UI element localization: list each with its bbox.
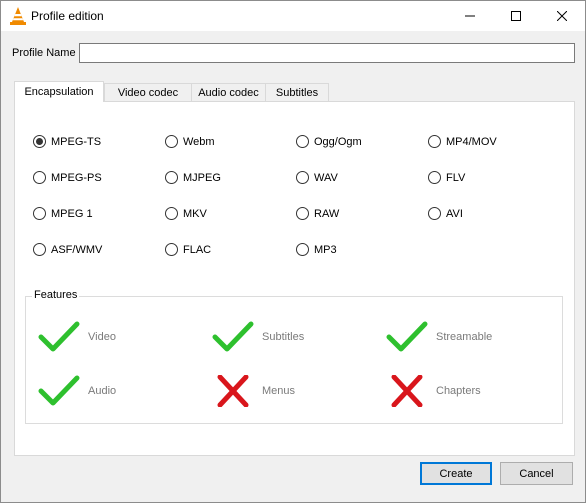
- radio-wav-circle: [296, 171, 309, 184]
- feature-subtitles-label: Subtitles: [262, 331, 305, 343]
- radio-mp4-mov[interactable]: MP4/MOV: [428, 135, 497, 148]
- radio-avi-circle: [428, 207, 441, 220]
- radio-flac[interactable]: FLAC: [165, 243, 211, 256]
- radio-mp3[interactable]: MP3: [296, 243, 337, 256]
- radio-raw[interactable]: RAW: [296, 207, 339, 220]
- checkmark-icon: [386, 321, 428, 352]
- tab-video-codec[interactable]: Video codec: [104, 83, 192, 102]
- profile-name-input[interactable]: [79, 43, 575, 63]
- window-title: Profile edition: [31, 9, 104, 23]
- minimize-button[interactable]: [447, 1, 493, 31]
- feature-audio: Audio: [38, 375, 116, 407]
- feature-chapters: Chapters: [386, 375, 481, 407]
- feature-subtitles: Subtitles: [212, 321, 304, 353]
- feature-video-label: Video: [88, 331, 116, 343]
- radio-flac-circle: [165, 243, 178, 256]
- radio-mp4-mov-circle: [428, 135, 441, 148]
- radio-ogg-ogm[interactable]: Ogg/Ogm: [296, 135, 362, 148]
- radio-mp3-circle: [296, 243, 309, 256]
- feature-chapters-label: Chapters: [436, 385, 481, 397]
- feature-streamable: Streamable: [386, 321, 492, 353]
- tab-subtitles[interactable]: Subtitles: [265, 83, 329, 102]
- radio-flac-label: FLAC: [183, 243, 212, 256]
- checkmark-icon: [212, 321, 254, 352]
- radio-webm-circle: [165, 135, 178, 148]
- radio-avi-label: AVI: [446, 207, 463, 220]
- radio-asf-wmv[interactable]: ASF/WMV: [33, 243, 102, 256]
- radio-flv-circle: [428, 171, 441, 184]
- radio-ogg-ogm-circle: [296, 135, 309, 148]
- radio-mjpeg-circle: [165, 171, 178, 184]
- radio-webm-label: Webm: [183, 135, 215, 148]
- close-icon: [557, 11, 567, 21]
- radio-webm[interactable]: Webm: [165, 135, 215, 148]
- radio-mpeg-1-label: MPEG 1: [51, 207, 93, 220]
- radio-mpeg-ts[interactable]: MPEG-TS: [33, 135, 101, 148]
- feature-video: Video: [38, 321, 116, 353]
- radio-raw-label: RAW: [314, 207, 340, 220]
- radio-raw-circle: [296, 207, 309, 220]
- radio-mjpeg[interactable]: MJPEG: [165, 171, 221, 184]
- radio-mpeg-ts-label: MPEG-TS: [51, 135, 102, 148]
- checkmark-icon: [38, 321, 80, 352]
- tab-audio-codec[interactable]: Audio codec: [191, 83, 266, 102]
- minimize-icon: [465, 15, 475, 17]
- vlc-cone-icon: [10, 7, 26, 25]
- radio-mp4-mov-label: MP4/MOV: [446, 135, 497, 148]
- profile-name-label: Profile Name: [12, 47, 76, 59]
- radio-asf-wmv-label: ASF/WMV: [51, 243, 103, 256]
- checkmark-icon: [38, 375, 80, 406]
- radio-wav[interactable]: WAV: [296, 171, 338, 184]
- radio-mpeg-1-circle: [33, 207, 46, 220]
- radio-mpeg-ps-label: MPEG-PS: [51, 171, 102, 184]
- radio-avi[interactable]: AVI: [428, 207, 463, 220]
- radio-mp3-label: MP3: [314, 243, 337, 256]
- create-button[interactable]: Create: [420, 462, 492, 485]
- maximize-button[interactable]: [493, 1, 539, 31]
- radio-mpeg-ps[interactable]: MPEG-PS: [33, 171, 102, 184]
- feature-menus-label: Menus: [262, 385, 296, 397]
- radio-ogg-ogm-label: Ogg/Ogm: [314, 135, 362, 148]
- profile-edition-window: Profile edition Profile Name Encapsulati…: [0, 0, 586, 503]
- encapsulation-panel: MPEG-TS Webm Ogg/Ogm MP4/MOV MPEG-PS MJP…: [14, 101, 575, 456]
- feature-audio-label: Audio: [88, 385, 117, 397]
- radio-mpeg-1[interactable]: MPEG 1: [33, 207, 93, 220]
- radio-mkv-label: MKV: [183, 207, 207, 220]
- radio-flv[interactable]: FLV: [428, 171, 465, 184]
- radio-mpeg-ps-circle: [33, 171, 46, 184]
- radio-mjpeg-label: MJPEG: [183, 171, 221, 184]
- feature-menus: Menus: [212, 375, 295, 407]
- radio-mkv-circle: [165, 207, 178, 220]
- features-legend: Features: [32, 289, 80, 301]
- maximize-icon: [511, 11, 521, 21]
- cancel-button[interactable]: Cancel: [500, 462, 573, 485]
- close-button[interactable]: [539, 1, 585, 31]
- radio-mkv[interactable]: MKV: [165, 207, 207, 220]
- cross-icon: [217, 375, 249, 407]
- feature-streamable-label: Streamable: [436, 331, 493, 343]
- cross-icon: [391, 375, 423, 407]
- tab-encapsulation[interactable]: Encapsulation: [14, 81, 104, 102]
- radio-mpeg-ts-circle: [33, 135, 46, 148]
- radio-flv-label: FLV: [446, 171, 466, 184]
- features-group: Features Video Subtitles Streamable Audi…: [25, 289, 563, 424]
- radio-asf-wmv-circle: [33, 243, 46, 256]
- title-bar[interactable]: Profile edition: [1, 1, 585, 31]
- radio-wav-label: WAV: [314, 171, 338, 184]
